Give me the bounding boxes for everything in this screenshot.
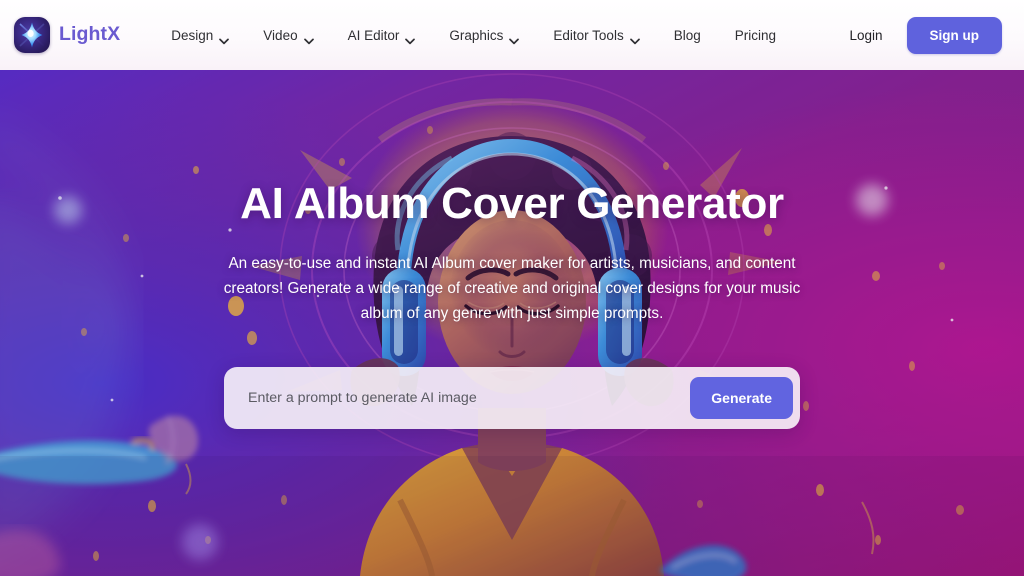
nav-item-editor-tools[interactable]: Editor Tools	[536, 20, 656, 51]
page-title: AI Album Cover Generator	[240, 179, 784, 228]
prompt-bar: Generate	[224, 365, 800, 430]
brand-logo[interactable]: LightX	[14, 17, 120, 53]
login-link[interactable]: Login	[845, 22, 886, 49]
chevron-down-icon	[405, 33, 416, 44]
nav-item-ai-editor[interactable]: AI Editor	[331, 20, 433, 51]
chevron-down-icon	[629, 33, 640, 44]
nav-item-video[interactable]: Video	[246, 20, 330, 51]
hero-subtitle: An easy-to-use and instant AI Album cove…	[223, 255, 801, 322]
nav-label: Video	[263, 27, 298, 43]
prompt-input[interactable]	[246, 365, 691, 430]
nav-label: Editor Tools	[553, 27, 624, 43]
nav-item-blog[interactable]: Blog	[657, 20, 718, 51]
nav-label: Pricing	[734, 27, 776, 43]
nav-label: Graphics	[449, 27, 504, 43]
hero-content: AI Album Cover Generator An easy-to-use …	[0, 70, 1024, 576]
page-root: LightX Design Video AI Editor Graphics E…	[0, 0, 1024, 576]
nav-item-design[interactable]: Design	[154, 20, 246, 51]
lightx-spark-star-icon	[14, 17, 50, 53]
nav-item-graphics[interactable]: Graphics	[432, 20, 536, 51]
site-header: LightX Design Video AI Editor Graphics E…	[0, 0, 1024, 70]
nav-label: Design	[171, 27, 214, 43]
brand-name: LightX	[59, 23, 121, 46]
chevron-down-icon	[219, 33, 230, 44]
signup-button[interactable]: Sign up	[906, 16, 1002, 54]
chevron-down-icon	[509, 33, 520, 44]
hero-section: AI Album Cover Generator An easy-to-use …	[0, 70, 1024, 576]
main-navigation: Design Video AI Editor Graphics Editor T…	[154, 20, 845, 51]
nav-item-pricing[interactable]: Pricing	[718, 20, 793, 51]
nav-label: Blog	[673, 27, 701, 43]
auth-actions: Login Sign up	[845, 16, 1002, 54]
nav-label: AI Editor	[347, 27, 400, 43]
chevron-down-icon	[303, 33, 314, 44]
generate-button[interactable]: Generate	[690, 376, 793, 419]
